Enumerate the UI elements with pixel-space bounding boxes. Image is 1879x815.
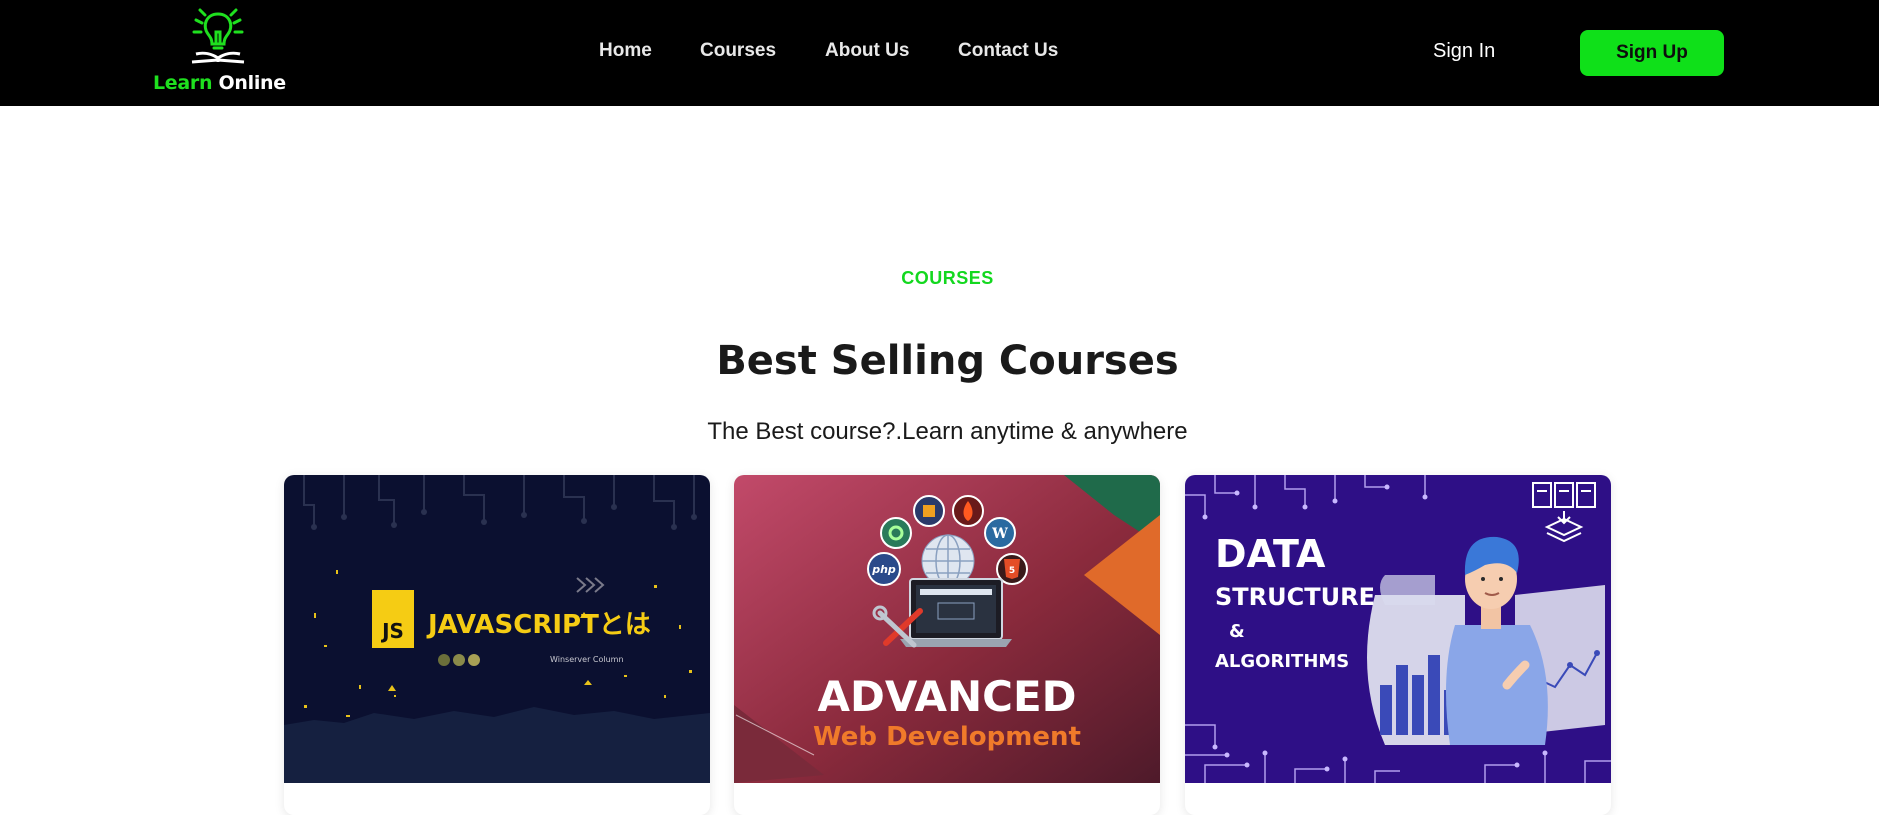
web-dev-thumb-line1: ADVANCED — [817, 672, 1076, 721]
javascript-thumbnail-art: JS JAVASCRIPTとは Winserver Column — [284, 475, 710, 783]
js-badge-text: JS — [380, 619, 404, 643]
dsa-thumbnail-art: DATA STRUCTURE & ALGORITHMS — [1185, 475, 1611, 783]
tech-icon-2 — [880, 517, 912, 549]
web-dev-thumbnail-art: php W 5 ADVANCED Web Development — [734, 475, 1160, 783]
brand-word-online: Online — [218, 72, 287, 94]
dsa-thumb-line1: DATA — [1215, 532, 1326, 576]
dsa-thumb-line4: ALGORITHMS — [1215, 651, 1349, 672]
course-card-data-structures[interactable]: DATA STRUCTURE & ALGORITHMS — [1185, 475, 1611, 815]
section-title: Best Selling Courses — [716, 338, 1179, 384]
svg-text:php: php — [871, 563, 896, 576]
course-card-advanced-web-development[interactable]: php W 5 ADVANCED Web Development — [734, 475, 1160, 815]
wordpress-icon: W — [984, 517, 1016, 549]
fire-icon — [952, 495, 984, 527]
sign-in-link[interactable]: Sign In — [1433, 40, 1495, 63]
svg-text:5: 5 — [1009, 566, 1015, 576]
nav-courses-link[interactable]: Courses — [700, 40, 776, 62]
nav-contact-link[interactable]: Contact Us — [958, 40, 1058, 62]
nav-home-link[interactable]: Home — [599, 40, 652, 62]
javascript-thumb-title: JAVASCRIPTとは — [426, 610, 651, 640]
brand-word-learn: Learn — [153, 72, 213, 94]
joomla-icon — [913, 495, 945, 527]
course-thumbnail-javascript: JS JAVASCRIPTとは Winserver Column — [284, 475, 710, 783]
course-thumbnail-data-structures: DATA STRUCTURE & ALGORITHMS — [1185, 475, 1611, 783]
svg-text:W: W — [991, 526, 1008, 542]
sign-up-button[interactable]: Sign Up — [1580, 30, 1724, 76]
javascript-thumb-caption: Winserver Column — [550, 655, 624, 664]
web-dev-thumb-line2: Web Development — [813, 722, 1081, 752]
php-icon: php — [867, 552, 901, 586]
nav-about-link[interactable]: About Us — [825, 40, 909, 62]
dsa-thumb-line3: & — [1229, 621, 1245, 642]
section-subtitle: The Best course?.Learn anytime & anywher… — [707, 418, 1188, 445]
dsa-thumb-line2: STRUCTURE — [1215, 583, 1375, 611]
course-card-javascript[interactable]: JS JAVASCRIPTとは Winserver Column — [284, 475, 710, 815]
course-thumbnail-web-development: php W 5 ADVANCED Web Development — [734, 475, 1160, 783]
top-navbar: Learn Online Home Courses About Us Conta… — [0, 0, 1879, 106]
brand-name: Learn Online — [153, 72, 286, 94]
section-eyebrow: COURSES — [901, 268, 994, 288]
